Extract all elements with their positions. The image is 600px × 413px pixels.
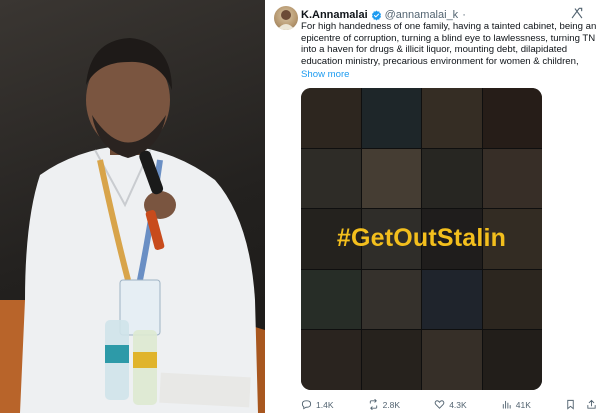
views-button[interactable]: 41K [501,399,531,410]
author-avatar[interactable] [274,6,298,30]
views-icon [502,400,511,409]
share-icon[interactable] [586,399,597,410]
tweet-text: For high handedness of one family, havin… [301,21,597,67]
bookmark-icon[interactable] [565,399,576,410]
show-more-link[interactable]: Show more [301,69,350,80]
tweet-actions: 1.4K 2.8K 4.3K 41K [301,398,597,411]
repost-icon [369,399,377,410]
reply-count: 1.4K [316,399,334,410]
repost-count: 2.8K [382,399,401,410]
reply-icon [301,400,312,410]
verified-badge-icon [371,9,381,21]
like-count: 4.3K [449,399,467,410]
header-separator: · [462,9,466,21]
like-button[interactable]: 4.3K [434,399,467,410]
reply-button[interactable]: 1.4K [301,399,334,410]
repost-button[interactable]: 2.8K [368,399,401,410]
tweet-image[interactable]: #GetOutStalin [301,88,542,390]
views-count: 41K [515,399,531,410]
speaker-illustration [0,38,265,413]
speaker-photo [0,0,265,413]
tweet-card[interactable]: K.Annamalai @annamalai_k · For high hand… [266,0,600,413]
author-display-name[interactable]: K.Annamalai [301,8,368,22]
like-icon [434,400,445,409]
tweet-secondary-actions [565,399,597,410]
hashtag-text: #GetOutStalin [336,224,507,252]
author-handle[interactable]: @annamalai_k [385,8,459,22]
grok-icon[interactable] [570,6,584,20]
